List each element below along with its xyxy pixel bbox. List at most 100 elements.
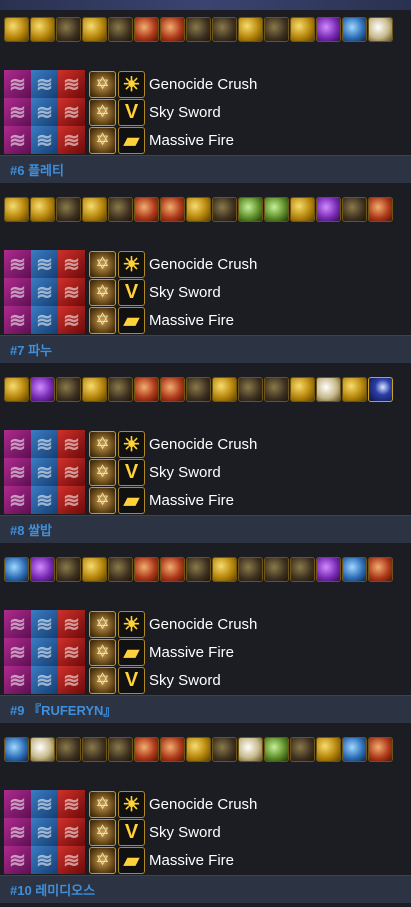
equipment-icon[interactable] bbox=[134, 197, 159, 222]
equipment-icon[interactable] bbox=[56, 17, 81, 42]
equipment-icon[interactable] bbox=[4, 377, 29, 402]
player-footer: #6 플레티 bbox=[0, 155, 411, 183]
equipment-icon[interactable] bbox=[186, 377, 211, 402]
equipment-icon[interactable] bbox=[108, 377, 133, 402]
player-name[interactable]: #8 쌀밥 bbox=[10, 520, 52, 539]
equipment-icon[interactable] bbox=[56, 737, 81, 762]
equipment-icon[interactable] bbox=[30, 557, 55, 582]
node-icon: ✡ bbox=[89, 846, 116, 874]
equipment-icon[interactable] bbox=[160, 557, 185, 582]
equipment-icon[interactable] bbox=[108, 197, 133, 222]
equipment-icon[interactable] bbox=[108, 557, 133, 582]
equipment-icon[interactable] bbox=[342, 197, 367, 222]
equipment-icon[interactable] bbox=[108, 17, 133, 42]
equipment-icon[interactable] bbox=[82, 197, 107, 222]
equipment-icon[interactable] bbox=[30, 197, 55, 222]
equipment-icon[interactable] bbox=[264, 557, 289, 582]
equipment-icon[interactable] bbox=[342, 377, 367, 402]
equipment-icon[interactable] bbox=[82, 737, 107, 762]
swirl-icon: ≋ bbox=[58, 70, 85, 98]
equipment-icon[interactable] bbox=[30, 737, 55, 762]
equipment-icon[interactable] bbox=[238, 377, 263, 402]
swirl-icon: ≋ bbox=[4, 790, 31, 818]
fire-icon: ▰ bbox=[118, 638, 145, 666]
equipment-icon[interactable] bbox=[290, 17, 315, 42]
equipment-icon[interactable] bbox=[368, 197, 393, 222]
player-name[interactable]: #7 파누 bbox=[10, 340, 52, 359]
equipment-icon[interactable] bbox=[160, 737, 185, 762]
equipment-icon[interactable] bbox=[316, 377, 341, 402]
equipment-icon[interactable] bbox=[160, 197, 185, 222]
equipment-icon[interactable] bbox=[4, 197, 29, 222]
player-name[interactable]: #10 레미디오스 bbox=[10, 880, 95, 899]
equipment-icon[interactable] bbox=[108, 737, 133, 762]
swirl-icon: ≋ bbox=[31, 818, 58, 846]
sun-icon: ☀ bbox=[118, 430, 145, 458]
equipment-icon[interactable] bbox=[316, 557, 341, 582]
equipment-icon[interactable] bbox=[264, 737, 289, 762]
player-name[interactable]: #9 『RUFERYN』 bbox=[10, 700, 116, 719]
equipment-icon[interactable] bbox=[342, 737, 367, 762]
equipment-icon[interactable] bbox=[368, 557, 393, 582]
equipment-icon[interactable] bbox=[134, 737, 159, 762]
equipment-icon[interactable] bbox=[4, 17, 29, 42]
equipment-icon[interactable] bbox=[82, 17, 107, 42]
equipment-icon[interactable] bbox=[186, 737, 211, 762]
equipment-icon[interactable] bbox=[212, 377, 237, 402]
equipment-icon[interactable] bbox=[212, 197, 237, 222]
skill-row: ≋ ≋ ≋ ✡ ☀ Genocide Crush bbox=[4, 70, 304, 98]
equipment-icon[interactable] bbox=[264, 377, 289, 402]
equipment-icon[interactable] bbox=[368, 377, 393, 402]
equipment-icon[interactable] bbox=[264, 17, 289, 42]
player-name[interactable]: #6 플레티 bbox=[10, 160, 64, 179]
fire-icon: ▰ bbox=[118, 486, 145, 514]
equipment-icon[interactable] bbox=[238, 17, 263, 42]
node-icon: ✡ bbox=[89, 278, 116, 306]
equipment-icon[interactable] bbox=[368, 17, 393, 42]
equipment-icon[interactable] bbox=[56, 377, 81, 402]
equipment-icon[interactable] bbox=[56, 197, 81, 222]
skill-row: ≋ ≋ ≋ ✡ ☀ Genocide Crush bbox=[4, 430, 304, 458]
equipment-icon[interactable] bbox=[212, 737, 237, 762]
skill-row: ≋ ≋ ≋ ✡ ☀ Genocide Crush bbox=[4, 790, 304, 818]
equipment-icon[interactable] bbox=[290, 377, 315, 402]
equipment-icon[interactable] bbox=[316, 737, 341, 762]
equipment-icon[interactable] bbox=[238, 197, 263, 222]
equipment-icon[interactable] bbox=[186, 17, 211, 42]
skill-row: ≋ ≋ ≋ ✡ V Sky Sword bbox=[4, 98, 304, 126]
equipment-icon[interactable] bbox=[160, 377, 185, 402]
equipment-icon[interactable] bbox=[56, 557, 81, 582]
equipment-icon[interactable] bbox=[290, 737, 315, 762]
equipment-icon[interactable] bbox=[290, 557, 315, 582]
equipment-icon[interactable] bbox=[30, 17, 55, 42]
equipment-icon[interactable] bbox=[160, 17, 185, 42]
equipment-icon[interactable] bbox=[316, 17, 341, 42]
equipment-icon[interactable] bbox=[4, 737, 29, 762]
equipment-icon[interactable] bbox=[238, 557, 263, 582]
swirl-icon: ≋ bbox=[4, 70, 31, 98]
skill-name: Genocide Crush bbox=[149, 255, 258, 273]
equipment-icon[interactable] bbox=[212, 557, 237, 582]
equipment-icon[interactable] bbox=[30, 377, 55, 402]
equipment-icon[interactable] bbox=[342, 17, 367, 42]
equipment-icon[interactable] bbox=[4, 557, 29, 582]
equipment-icon[interactable] bbox=[238, 737, 263, 762]
skill-name: Massive Fire bbox=[149, 643, 235, 661]
swirl-icon: ≋ bbox=[4, 610, 31, 638]
fire-icon: ▰ bbox=[118, 306, 145, 334]
equipment-icon[interactable] bbox=[316, 197, 341, 222]
equipment-icon[interactable] bbox=[342, 557, 367, 582]
equipment-icon[interactable] bbox=[82, 557, 107, 582]
equipment-icon[interactable] bbox=[134, 17, 159, 42]
equipment-icon[interactable] bbox=[186, 557, 211, 582]
equipment-icon[interactable] bbox=[186, 197, 211, 222]
equipment-icon[interactable] bbox=[82, 377, 107, 402]
equipment-icon[interactable] bbox=[368, 737, 393, 762]
swirl-icon: ≋ bbox=[58, 818, 85, 846]
equipment-icon[interactable] bbox=[264, 197, 289, 222]
equipment-icon[interactable] bbox=[134, 557, 159, 582]
node-icon: ✡ bbox=[89, 458, 116, 486]
equipment-icon[interactable] bbox=[134, 377, 159, 402]
equipment-icon[interactable] bbox=[290, 197, 315, 222]
equipment-icon[interactable] bbox=[212, 17, 237, 42]
